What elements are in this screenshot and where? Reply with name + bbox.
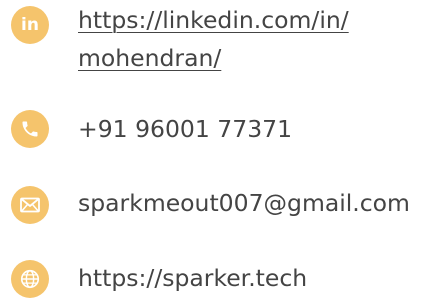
phone-icon: [11, 110, 49, 148]
linkedin-link-line-1[interactable]: https://linkedin.com/in/: [78, 6, 349, 34]
globe-icon-svg: [20, 269, 40, 289]
globe-icon: [11, 260, 49, 298]
website-link[interactable]: https://sparker.tech: [78, 259, 307, 297]
contact-list: in https://linkedin.com/in/ mohendran/ +…: [0, 0, 439, 302]
linkedin-link-line-2[interactable]: mohendran/: [78, 44, 221, 72]
email-address[interactable]: sparkmeout007@gmail.com: [78, 184, 410, 222]
phone-number[interactable]: +91 96001 77371: [78, 110, 292, 148]
linkedin-icon-glyph: in: [21, 15, 39, 35]
linkedin-icon: in: [11, 6, 49, 44]
linkedin-link[interactable]: https://linkedin.com/in/ mohendran/: [78, 1, 418, 77]
phone-icon-svg: [22, 121, 38, 137]
mail-icon: [11, 186, 49, 224]
mail-icon-svg: [20, 197, 40, 213]
